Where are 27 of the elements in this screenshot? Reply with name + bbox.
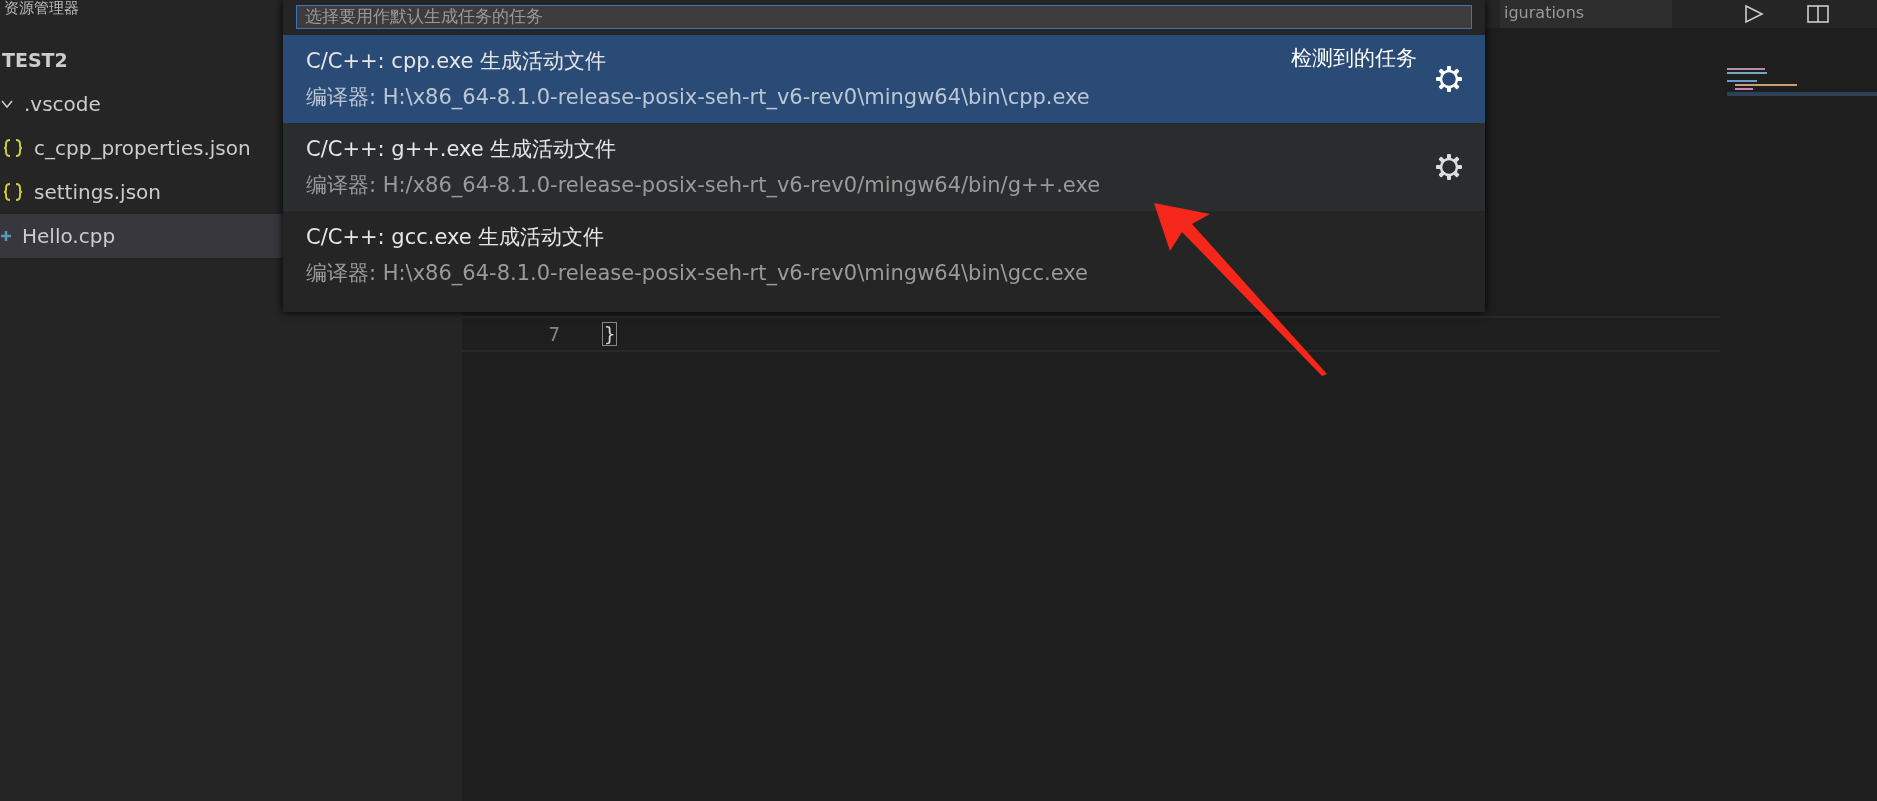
panel-title: 资源管理器 <box>3 0 79 19</box>
group-label: 检测到的任务 <box>1291 44 1417 72</box>
quick-pick-item[interactable]: C/C++: g++.exe 生成活动文件 编译器: H:/x86_64-8.1.0-release-posix-seh-rt_v6-rev0/mingw64/bin/g++.exe <box>283 122 1485 211</box>
quick-pick-item[interactable]: C/C++: gcc.exe 生成活动文件 编译器: H:\x86_64-8.1.0-release-posix-seh-rt_v6-rev0\mingw64\bin\gcc.exe <box>283 210 1485 299</box>
file-tree-item[interactable]: settings.json <box>0 170 283 214</box>
file-tree-item[interactable]: c_cpp_properties.json <box>0 126 283 170</box>
braces-icon <box>2 181 24 203</box>
item-label: C/C++: g++.exe 生成活动文件 <box>306 135 618 163</box>
item-detail: 编译器: H:/x86_64-8.1.0-release-posix-seh-rt_v6-rev0/mingw64/bin/g++.exe <box>306 171 1102 200</box>
item-label: C/C++: cpp.exe 生成活动文件 <box>306 47 608 75</box>
gear-icon <box>1435 152 1463 181</box>
line-number: 7 <box>547 321 561 347</box>
plus-icon <box>0 230 12 242</box>
split-editor-icon <box>1806 4 1830 24</box>
quick-pick-item[interactable]: C/C++: cpp.exe 生成活动文件 编译器: H:\x86_64-8.1.0-release-posix-seh-rt_v6-rev0\mingw64\bin\cpp.exe 检测到的任务 <box>283 34 1485 123</box>
search-field[interactable]: 选择要用作默认生成任务的任务 <box>296 4 1472 29</box>
run-icon <box>1742 4 1766 24</box>
item-detail: 编译器: H:\x86_64-8.1.0-release-posix-seh-rt_v6-rev0\mingw64\bin\gcc.exe <box>306 259 1089 288</box>
gear-icon <box>1435 64 1463 93</box>
editor-tab[interactable]: igurations <box>1500 0 1672 28</box>
folder-header[interactable]: TEST2 <box>0 38 283 82</box>
item-detail: 编译器: H:\x86_64-8.1.0-release-posix-seh-rt_v6-rev0\mingw64\bin\cpp.exe <box>306 83 1091 112</box>
braces-icon <box>2 137 24 159</box>
item-label: C/C++: gcc.exe 生成活动文件 <box>306 223 606 251</box>
code-text: } <box>602 322 618 346</box>
file-tree-item[interactable]: .vscode <box>0 82 283 126</box>
file-tree-item[interactable]: Hello.cpp <box>0 214 283 258</box>
